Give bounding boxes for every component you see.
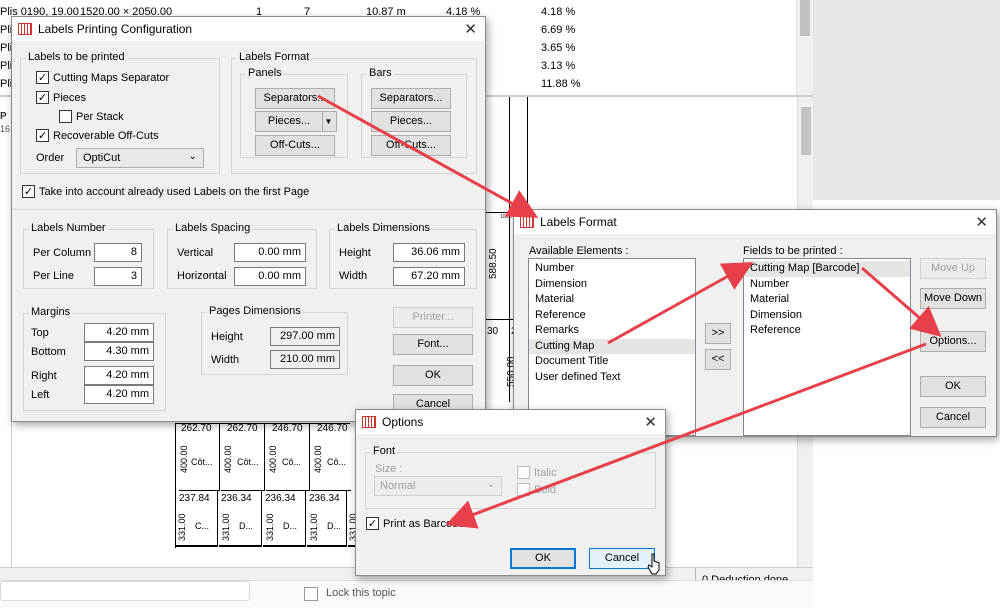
arrow-separators-to-labels-format: [317, 94, 539, 218]
arrow-cutting-map-to-fields: [607, 262, 754, 345]
arrow-fields-to-options: [861, 266, 942, 337]
annotation-arrows: [317, 94, 942, 529]
arrow-options-to-barcode: [445, 342, 927, 529]
